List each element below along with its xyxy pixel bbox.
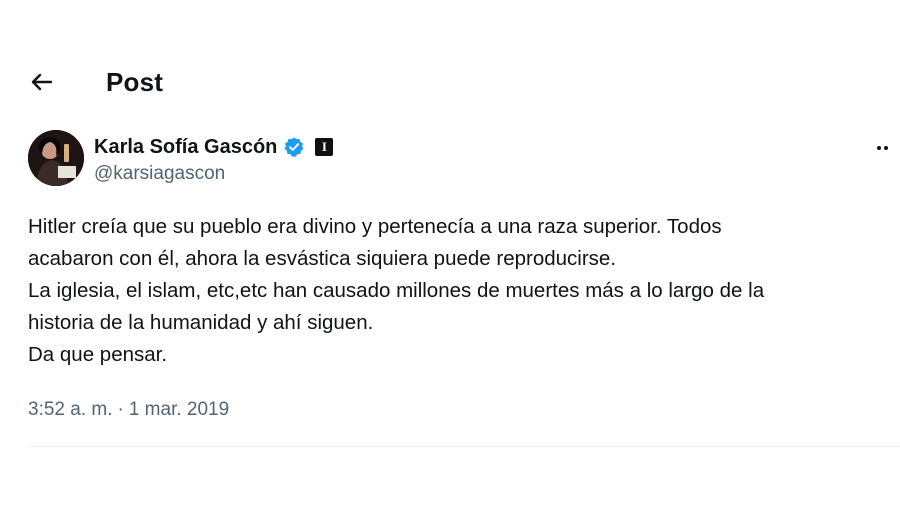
author-name[interactable]: Karla Sofía Gascón <box>94 134 277 160</box>
page-title: Post <box>106 67 164 97</box>
author-name-row: Karla Sofía Gascón I <box>94 134 334 160</box>
verified-badge-icon <box>284 137 304 157</box>
avatar-image <box>28 130 84 186</box>
tweet-line: historia de la humanidad y ahí siguen. <box>28 311 374 334</box>
affiliate-badge[interactable]: I <box>315 138 334 156</box>
more-options-button[interactable] <box>864 138 888 158</box>
back-button[interactable] <box>24 66 60 98</box>
arrow-left-icon <box>31 73 53 91</box>
tweet-line: Da que pensar. <box>28 343 168 366</box>
meta-separator: · <box>117 399 124 420</box>
tweet-time[interactable]: 3:52 a. m. <box>28 397 113 423</box>
tweet-date[interactable]: 1 mar. 2019 <box>129 397 229 423</box>
post-view: Post Karla Sofía Gascón I @karsiagascon <box>0 0 900 506</box>
avatar[interactable] <box>28 130 84 186</box>
author-row: Karla Sofía Gascón I @karsiagascon <box>28 130 888 190</box>
tweet-line: Hitler creía que su pueblo era divino y … <box>28 215 722 238</box>
tweet-timestamp: 3:52 a. m. · 1 mar. 2019 <box>28 397 229 423</box>
tweet-text: Hitler creía que su pueblo era divino y … <box>28 211 888 371</box>
divider <box>28 446 900 447</box>
author-handle[interactable]: @karsiagascon <box>94 162 225 186</box>
tweet-line: La iglesia, el islam, etc,etc han causad… <box>28 279 765 302</box>
tweet-line: acabaron con él, ahora la esvástica siqu… <box>28 247 617 270</box>
header: Post <box>0 58 900 106</box>
more-options-icon <box>877 146 881 150</box>
